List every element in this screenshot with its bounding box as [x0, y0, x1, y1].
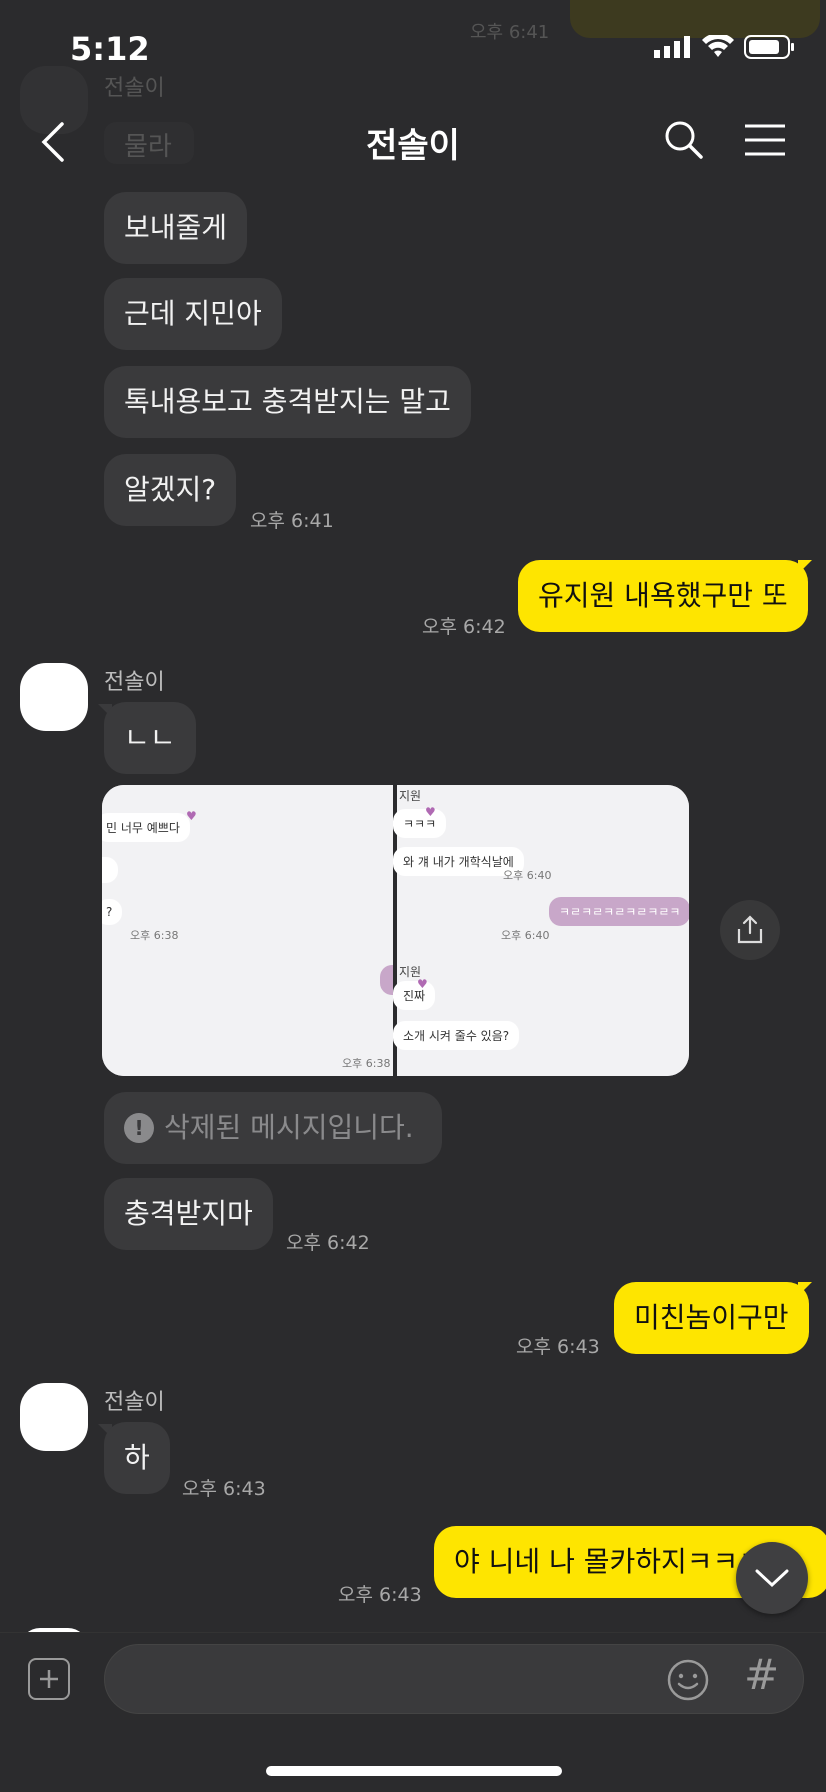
message-bubble[interactable]: 충격받지마: [104, 1178, 273, 1250]
message-time: 오후 6:42: [286, 1232, 370, 1254]
photo-time: 오후 6:38: [130, 929, 179, 942]
photo-name: 지원: [399, 789, 422, 803]
photo-text: 진짜: [393, 981, 436, 1010]
warning-icon: !: [124, 1113, 154, 1143]
ghost-time: 오후 6:41: [470, 22, 550, 43]
photo-text: 소개 시켜 줄수 있음?: [393, 1021, 520, 1050]
battery-icon: [744, 35, 794, 59]
photo-time: 오후 6:38: [342, 1057, 391, 1070]
search-button[interactable]: [664, 120, 704, 164]
photo-text: ㅋㅋㅋ: [393, 809, 447, 838]
photo-time: 오후 6:40: [501, 929, 550, 942]
bubble-tail: [798, 1282, 812, 1296]
photo-bubble: [102, 857, 118, 883]
menu-button[interactable]: [744, 124, 786, 160]
attach-button[interactable]: [28, 1658, 70, 1700]
status-icons: [654, 34, 796, 60]
heart-icon: ♥: [425, 805, 436, 819]
hash-icon[interactable]: #: [744, 1650, 779, 1699]
signal-icon: [654, 36, 690, 58]
photo-left: 민 너무 예쁘다 ♥ ? 오후 6:38 오후 6:38: [102, 785, 414, 1076]
ghost-sender: 전솔이: [104, 76, 165, 101]
bubble-tail: [798, 1526, 812, 1540]
photo-text: ?: [102, 899, 123, 925]
emoji-button[interactable]: [666, 1658, 710, 1706]
message-time: 오후 6:42: [422, 616, 506, 638]
deleted-message[interactable]: ! 삭제된 메시지입니다.: [104, 1092, 442, 1164]
photo-attachment[interactable]: 민 너무 예쁘다 ♥ ? 오후 6:38 오후 6:38 지원 ㅋㅋㅋ ♥ 와 …: [102, 785, 689, 1076]
share-button[interactable]: [720, 900, 780, 960]
message-time: 오후 6:41: [250, 510, 334, 532]
message-bubble[interactable]: 보내줄게: [104, 192, 248, 264]
photo-text: 민 너무 예쁘다: [102, 813, 190, 842]
avatar[interactable]: [20, 663, 88, 731]
sender-name: 전솔이: [104, 670, 165, 695]
plus-icon: [40, 1670, 58, 1688]
message-bubble[interactable]: 알겠지?: [104, 454, 237, 526]
scroll-down-icon: [755, 1569, 789, 1588]
status-time: 5:12: [70, 30, 150, 68]
scroll-down-button[interactable]: [736, 1542, 808, 1614]
my-message-bubble[interactable]: 유지원 내욕했구만 또: [518, 560, 808, 632]
heart-icon: ♥: [186, 809, 197, 823]
heart-icon: ♥: [417, 977, 428, 991]
photo-time: 오후 6:40: [503, 869, 552, 882]
home-indicator: [266, 1766, 562, 1776]
my-message-bubble[interactable]: 미친놈이구만: [614, 1282, 809, 1354]
bubble-tail: [798, 560, 812, 574]
menu-icon: [745, 124, 785, 156]
emoji-icon: [667, 1659, 709, 1701]
message-time: 오후 6:43: [182, 1478, 266, 1500]
wifi-icon: [702, 35, 734, 57]
message-bubble[interactable]: 톡내용보고 충격받지는 말고: [104, 366, 471, 438]
message-bubble[interactable]: 근데 지민아: [104, 278, 282, 350]
photo-right: 지원 ㅋㅋㅋ ♥ 와 걔 내가 개학식날에 오후 6:40 ㅋㄹㅋㄹㅋㄹㅋㄹㅋㄹ…: [393, 785, 689, 1076]
message-bubble[interactable]: 하: [104, 1422, 170, 1494]
message-bubble[interactable]: ㄴㄴ: [104, 702, 196, 774]
photo-purple-bubble: ㅋㄹㅋㄹㅋㄹㅋㄹㅋㄹㅋ: [549, 897, 689, 926]
search-icon: [665, 121, 703, 159]
share-icon: [737, 915, 763, 944]
message-time: 오후 6:43: [338, 1584, 422, 1606]
ghost-bubble-top: [570, 0, 820, 38]
avatar[interactable]: [20, 1383, 88, 1451]
deleted-text: 삭제된 메시지입니다.: [164, 1111, 414, 1144]
message-time: 오후 6:43: [516, 1336, 600, 1358]
sender-name: 전솔이: [104, 1390, 165, 1415]
